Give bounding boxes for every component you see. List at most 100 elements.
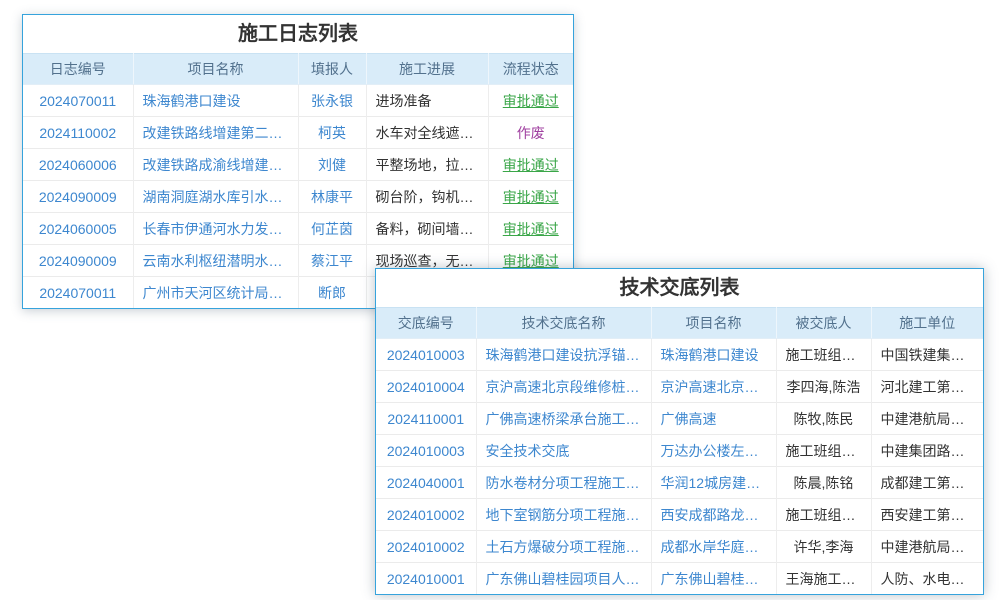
cell-project[interactable]: 云南水利枢纽潜明水库一... xyxy=(133,245,298,277)
cell-unit: 西安建工第一建筑有... xyxy=(871,499,983,531)
cell-recipient: 施工班组带班... xyxy=(776,339,871,371)
cell-unit: 人防、水电、消防暖通 xyxy=(871,563,983,595)
table-row[interactable]: 2024090009湖南洞庭湖水库引水工程...林康平砌台阶，钩机排土，二包砌.… xyxy=(23,181,573,213)
table-row[interactable]: 2024040001防水卷材分项工程施工技...华润12城房建工程...陈晨,陈… xyxy=(376,467,983,499)
cell-unit: 河北建工第一建筑有... xyxy=(871,371,983,403)
cell-unit: 中国铁建集团有限公司 xyxy=(871,339,983,371)
cell-status[interactable]: 审批通过 xyxy=(488,149,573,181)
table-row[interactable]: 2024070011珠海鹤港口建设张永银进场准备审批通过 xyxy=(23,85,573,117)
cell-name[interactable]: 广佛高速桥梁承台施工技... xyxy=(476,403,651,435)
cell-project[interactable]: 成都水岸华庭名苑... xyxy=(651,531,776,563)
cell-name[interactable]: 安全技术交底 xyxy=(476,435,651,467)
cell-name[interactable]: 地下室钢筋分项工程施工... xyxy=(476,499,651,531)
cell-id[interactable]: 2024090009 xyxy=(23,245,133,277)
col-header-status: 流程状态 xyxy=(488,54,573,85)
cell-name[interactable]: 土石方爆破分项工程施工... xyxy=(476,531,651,563)
cell-reporter[interactable]: 断郎 xyxy=(298,277,366,309)
cell-recipient: 施工班组带班... xyxy=(776,499,871,531)
table-row[interactable]: 2024010001广东佛山碧桂园项目人防...广东佛山碧桂园项目王海施工队全队… xyxy=(376,563,983,595)
table-header-row: 交底编号 技术交底名称 项目名称 被交底人 施工单位 xyxy=(376,308,983,339)
cell-id[interactable]: 2024010004 xyxy=(376,371,476,403)
cell-project[interactable]: 改建铁路线增建第二线直... xyxy=(133,117,298,149)
cell-progress: 水车对全线遮阳网覆盖点进... xyxy=(366,117,488,149)
cell-project[interactable]: 改建铁路成渝线增建第二... xyxy=(133,149,298,181)
technical-disclosure-title: 技术交底列表 xyxy=(376,269,983,307)
construction-log-table-card: 施工日志列表 日志编号 项目名称 填报人 施工进展 流程状态 202407001… xyxy=(22,14,574,309)
cell-project[interactable]: 京沪高速北京段维修 xyxy=(651,371,776,403)
cell-recipient: 陈牧,陈民 xyxy=(776,403,871,435)
cell-unit: 中建港航局集团有限... xyxy=(871,531,983,563)
table-row[interactable]: 2024010002地下室钢筋分项工程施工...西安成都路龙湖上...施工班组带… xyxy=(376,499,983,531)
cell-status[interactable]: 审批通过 xyxy=(488,213,573,245)
cell-recipient: 陈晨,陈铭 xyxy=(776,467,871,499)
cell-project[interactable]: 广东佛山碧桂园项目 xyxy=(651,563,776,595)
cell-id[interactable]: 2024110002 xyxy=(23,117,133,149)
cell-recipient: 王海施工队全队 xyxy=(776,563,871,595)
cell-recipient: 许华,李海 xyxy=(776,531,871,563)
cell-progress: 平整场地，拉走多余泥土15... xyxy=(366,149,488,181)
cell-id[interactable]: 2024010003 xyxy=(376,339,476,371)
cell-recipient: 施工班组带班... xyxy=(776,435,871,467)
cell-reporter[interactable]: 蔡江平 xyxy=(298,245,366,277)
cell-progress: 备料，砌间墙钩机排土，瓦... xyxy=(366,213,488,245)
col-header-project-name: 项目名称 xyxy=(651,308,776,339)
cell-project[interactable]: 广州市天河区统计局机房... xyxy=(133,277,298,309)
table-row[interactable]: 2024110002改建铁路线增建第二线直...柯英水车对全线遮阳网覆盖点进..… xyxy=(23,117,573,149)
cell-id[interactable]: 2024090009 xyxy=(23,181,133,213)
col-header-recipient: 被交底人 xyxy=(776,308,871,339)
cell-name[interactable]: 京沪高速北京段维修桩帽... xyxy=(476,371,651,403)
col-header-disclosure-name: 技术交底名称 xyxy=(476,308,651,339)
cell-reporter[interactable]: 刘健 xyxy=(298,149,366,181)
cell-id[interactable]: 2024110001 xyxy=(376,403,476,435)
col-header-disclosure-id: 交底编号 xyxy=(376,308,476,339)
col-header-reporter: 填报人 xyxy=(298,54,366,85)
cell-status[interactable]: 审批通过 xyxy=(488,85,573,117)
cell-project[interactable]: 万达办公楼左侧A... xyxy=(651,435,776,467)
cell-name[interactable]: 珠海鹤港口建设抗浮锚杆... xyxy=(476,339,651,371)
col-header-progress: 施工进展 xyxy=(366,54,488,85)
construction-log-title: 施工日志列表 xyxy=(23,15,573,53)
cell-id[interactable]: 2024070011 xyxy=(23,277,133,309)
cell-reporter[interactable]: 林康平 xyxy=(298,181,366,213)
table-row[interactable]: 2024010003安全技术交底万达办公楼左侧A...施工班组带班...中建集团… xyxy=(376,435,983,467)
technical-disclosure-table: 交底编号 技术交底名称 项目名称 被交底人 施工单位 2024010003珠海鹤… xyxy=(376,307,983,594)
cell-id[interactable]: 2024060006 xyxy=(23,149,133,181)
cell-id[interactable]: 2024010003 xyxy=(376,435,476,467)
cell-name[interactable]: 防水卷材分项工程施工技... xyxy=(476,467,651,499)
cell-id[interactable]: 2024010002 xyxy=(376,531,476,563)
col-header-log-id: 日志编号 xyxy=(23,54,133,85)
col-header-construction-unit: 施工单位 xyxy=(871,308,983,339)
cell-project[interactable]: 湖南洞庭湖水库引水工程... xyxy=(133,181,298,213)
cell-project[interactable]: 华润12城房建工程... xyxy=(651,467,776,499)
cell-unit: 中建集团路面工程有... xyxy=(871,435,983,467)
technical-disclosure-table-card: 技术交底列表 交底编号 技术交底名称 项目名称 被交底人 施工单位 202401… xyxy=(375,268,984,595)
col-header-project-name: 项目名称 xyxy=(133,54,298,85)
cell-recipient: 李四海,陈浩 xyxy=(776,371,871,403)
table-row[interactable]: 2024110001广佛高速桥梁承台施工技...广佛高速陈牧,陈民中建港航局集团… xyxy=(376,403,983,435)
cell-progress: 进场准备 xyxy=(366,85,488,117)
cell-project[interactable]: 珠海鹤港口建设 xyxy=(651,339,776,371)
cell-project[interactable]: 西安成都路龙湖上... xyxy=(651,499,776,531)
cell-id[interactable]: 2024010002 xyxy=(376,499,476,531)
cell-unit: 成都建工第一建筑有... xyxy=(871,467,983,499)
cell-id[interactable]: 2024060005 xyxy=(23,213,133,245)
cell-name[interactable]: 广东佛山碧桂园项目人防... xyxy=(476,563,651,595)
table-row[interactable]: 2024010003珠海鹤港口建设抗浮锚杆...珠海鹤港口建设施工班组带班...… xyxy=(376,339,983,371)
cell-status[interactable]: 审批通过 xyxy=(488,181,573,213)
cell-id[interactable]: 2024040001 xyxy=(376,467,476,499)
cell-reporter[interactable]: 柯英 xyxy=(298,117,366,149)
cell-project[interactable]: 广佛高速 xyxy=(651,403,776,435)
cell-reporter[interactable]: 张永银 xyxy=(298,85,366,117)
table-row[interactable]: 2024060005长春市伊通河水力发电厂...何芷茵备料，砌间墙钩机排土，瓦.… xyxy=(23,213,573,245)
cell-unit: 中建港航局集团有限... xyxy=(871,403,983,435)
cell-id[interactable]: 2024010001 xyxy=(376,563,476,595)
table-row[interactable]: 2024060006改建铁路成渝线增建第二...刘健平整场地，拉走多余泥土15.… xyxy=(23,149,573,181)
cell-project[interactable]: 长春市伊通河水力发电厂... xyxy=(133,213,298,245)
cell-id[interactable]: 2024070011 xyxy=(23,85,133,117)
table-row[interactable]: 2024010004京沪高速北京段维修桩帽...京沪高速北京段维修李四海,陈浩河… xyxy=(376,371,983,403)
cell-reporter[interactable]: 何芷茵 xyxy=(298,213,366,245)
cell-progress: 砌台阶，钩机排土，二包砌... xyxy=(366,181,488,213)
cell-status[interactable]: 作废 xyxy=(488,117,573,149)
table-row[interactable]: 2024010002土石方爆破分项工程施工...成都水岸华庭名苑...许华,李海… xyxy=(376,531,983,563)
cell-project[interactable]: 珠海鹤港口建设 xyxy=(133,85,298,117)
